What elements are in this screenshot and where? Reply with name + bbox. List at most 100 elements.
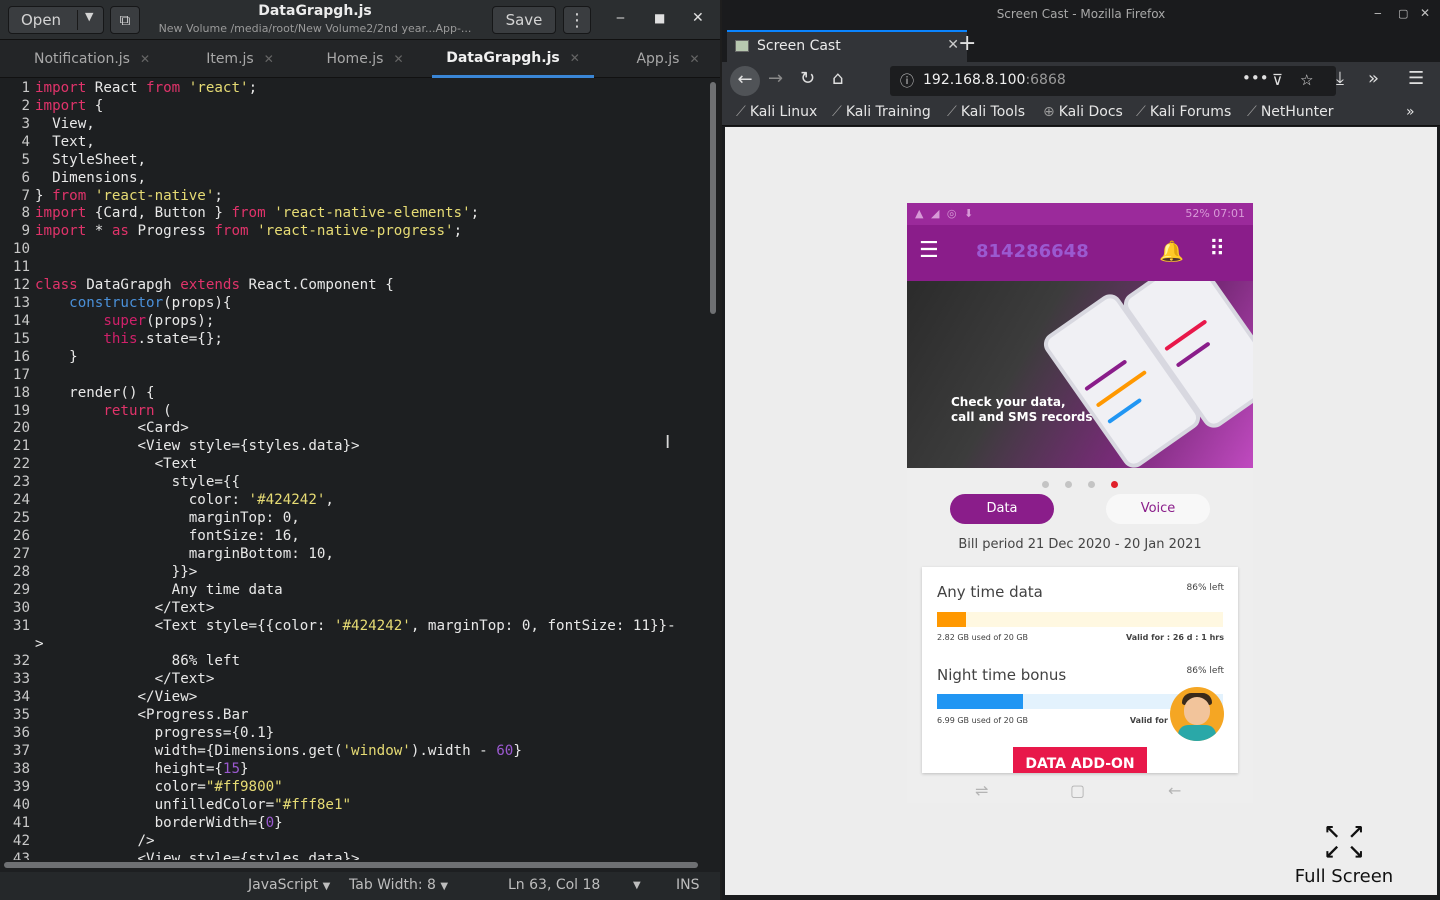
home-icon[interactable]: ⌂ [832,68,843,89]
code-line[interactable]: 34 </View> [0,688,706,706]
carousel-dot[interactable] [1088,481,1095,488]
code-line[interactable]: 36 progress={0.1} [0,724,706,742]
code-view[interactable]: 1 import React from 'react'; 2 import {3 Vi… [0,78,706,860]
code-line[interactable]: 2 import { [0,97,706,115]
fullscreen-button[interactable]: ↖ ↗ ↙ ↘ Full Screen [1288,822,1400,887]
code-line[interactable]: 13 constructor(props){ [0,294,706,312]
minimize-icon[interactable]: ‒ [1374,6,1382,20]
code-line[interactable]: 1 import React from 'react'; [0,79,706,97]
bookmark-kali-linux[interactable]: ⟋ Kali Linux [736,104,817,120]
code-line[interactable]: 35 <Progress.Bar [0,706,706,724]
bookmark-kali-docs[interactable]: ⊕ Kali Docs [1043,104,1123,120]
code-line[interactable]: 5 StyleSheet, [0,151,706,169]
chevron-down-icon[interactable]: ▼ [633,880,641,891]
code-line[interactable]: 14 super(props); [0,312,706,330]
horizontal-scrollbar[interactable] [4,862,698,868]
vertical-scrollbar-thumb[interactable] [710,82,716,314]
carousel-dot[interactable] [1065,481,1072,488]
close-icon[interactable]: ✕ [570,51,580,65]
code-line[interactable]: 30 </Text> [0,599,706,617]
url-bar[interactable]: ⓘ 192.168.8.100:6868 ••• ⊽ ☆ [890,66,1336,96]
insert-mode[interactable]: INS [676,877,700,893]
bookmark-kali-tools[interactable]: ⟋ Kali Tools [947,104,1025,120]
code-line[interactable]: 24 color: '#424242', [0,491,706,509]
code-line[interactable]: 11 [0,258,706,276]
tab-width-selector[interactable]: Tab Width: 8 ▼ [349,877,448,893]
code-line[interactable]: 16 } [0,348,706,366]
code-line[interactable]: 32 86% left [0,652,706,670]
maximize-icon[interactable]: ■ [654,11,665,25]
recent-apps-icon[interactable]: ⇌ [975,781,988,800]
maximize-icon[interactable]: ▢ [1398,7,1408,20]
download-icon[interactable]: ⤓ [1336,68,1344,89]
tab-item[interactable]: Item.js ✕ [190,40,290,78]
code-line[interactable]: 43 <View style={styles.data}> [0,850,706,860]
close-icon[interactable]: ✕ [140,52,150,66]
code-line[interactable]: 31 <Text style={{color: '#424242', margi… [0,617,706,635]
code-line[interactable]: 19 return ( [0,402,706,420]
close-icon[interactable]: ✕ [264,52,274,66]
bookmark-nethunter[interactable]: ⟋ NetHunter [1247,104,1334,120]
url-text[interactable]: 192.168.8.100:6868 [923,72,1066,88]
code-line[interactable]: 38 height={15} [0,760,706,778]
code-line[interactable]: 22 <Text [0,455,706,473]
tab-datagrapgh[interactable]: DataGrapgh.js ✕ [432,40,594,78]
hamburger-menu-button[interactable]: ⋮ [563,6,591,34]
hamburger-menu-icon[interactable]: ☰ [919,238,939,263]
forward-arrow-icon[interactable]: → [768,68,783,89]
code-line[interactable]: 15 this.state={}; [0,330,706,348]
back-arrow-icon[interactable]: ← [1168,781,1181,800]
code-line[interactable]: 41 borderWidth={0} [0,814,706,832]
carousel-dot-active[interactable] [1111,481,1118,488]
code-line[interactable]: 9 import * as Progress from 'react-native… [0,222,706,240]
code-line[interactable]: 40 unfilledColor="#fff8e1" [0,796,706,814]
close-icon[interactable]: ✕ [393,52,403,66]
code-line[interactable]: 28 }}> [0,563,706,581]
home-square-icon[interactable]: ▢ [1070,781,1085,800]
code-line[interactable]: 10 [0,240,706,258]
code-line[interactable]: 6 Dimensions, [0,169,706,187]
page-actions-icon[interactable]: ••• [1242,69,1269,87]
save-button[interactable]: Save [492,6,556,34]
bookmark-star-icon[interactable]: ☆ [1300,71,1313,89]
hamburger-menu-icon[interactable]: ☰ [1408,68,1424,89]
code-line[interactable]: 39 color="#ff9800" [0,778,706,796]
code-line[interactable]: 18 render() { [0,384,706,402]
data-tab-button[interactable]: Data [950,494,1054,524]
code-line[interactable]: 25 marginTop: 0, [0,509,706,527]
code-line[interactable]: > [0,635,706,653]
back-arrow-icon[interactable]: ← [730,66,760,96]
code-line[interactable]: 20 <Card> [0,419,706,437]
close-icon[interactable]: ✕ [689,52,699,66]
new-document-button[interactable]: ⧉ [110,6,140,34]
code-line[interactable]: 23 style={{ [0,473,706,491]
close-icon[interactable]: ✕ [692,10,704,26]
site-info-icon[interactable]: ⓘ [900,71,914,91]
code-line[interactable]: 21 <View style={styles.data}> [0,437,706,455]
voice-tab-button[interactable]: Voice [1106,494,1210,524]
overflow-chevron-icon[interactable]: » [1368,68,1379,89]
support-avatar[interactable] [1170,687,1224,741]
close-icon[interactable]: ✕ [1420,6,1430,20]
app-grid-icon[interactable]: ⠿ [1209,237,1225,262]
code-line[interactable]: 17 [0,366,706,384]
code-line[interactable]: 33 </Text> [0,670,706,688]
code-line[interactable]: 26 fontSize: 16, [0,527,706,545]
code-line[interactable]: 42 /> [0,832,706,850]
minimize-icon[interactable]: ‒ [616,10,625,26]
chevron-down-icon[interactable]: ▼ [85,10,93,23]
pocket-icon[interactable]: ⊽ [1272,71,1283,89]
cursor-position[interactable]: Ln 63, Col 18 [508,877,600,893]
code-line[interactable]: 27 marginBottom: 10, [0,545,706,563]
bookmarks-overflow-icon[interactable]: » [1406,104,1415,120]
open-button[interactable]: Open ▼ [8,6,104,34]
reload-icon[interactable]: ↻ [800,68,815,89]
code-line[interactable]: 7} from 'react-native'; [0,187,706,205]
code-line[interactable]: 29 Any time data [0,581,706,599]
bookmark-kali-forums[interactable]: ⟋ Kali Forums [1136,104,1231,120]
phone-screencast[interactable]: ▲ ◢ ◎ ⬇ 52% 07:01 ☰ 814286648 🔔 ⠿ Check … [907,203,1253,803]
code-line[interactable]: 37 width={Dimensions.get('window').width… [0,742,706,760]
tab-app[interactable]: App.js ✕ [618,40,718,78]
code-line[interactable]: 8 import {Card, Button } from 'react-nati… [0,204,706,222]
tab-home[interactable]: Home.js ✕ [310,40,420,78]
